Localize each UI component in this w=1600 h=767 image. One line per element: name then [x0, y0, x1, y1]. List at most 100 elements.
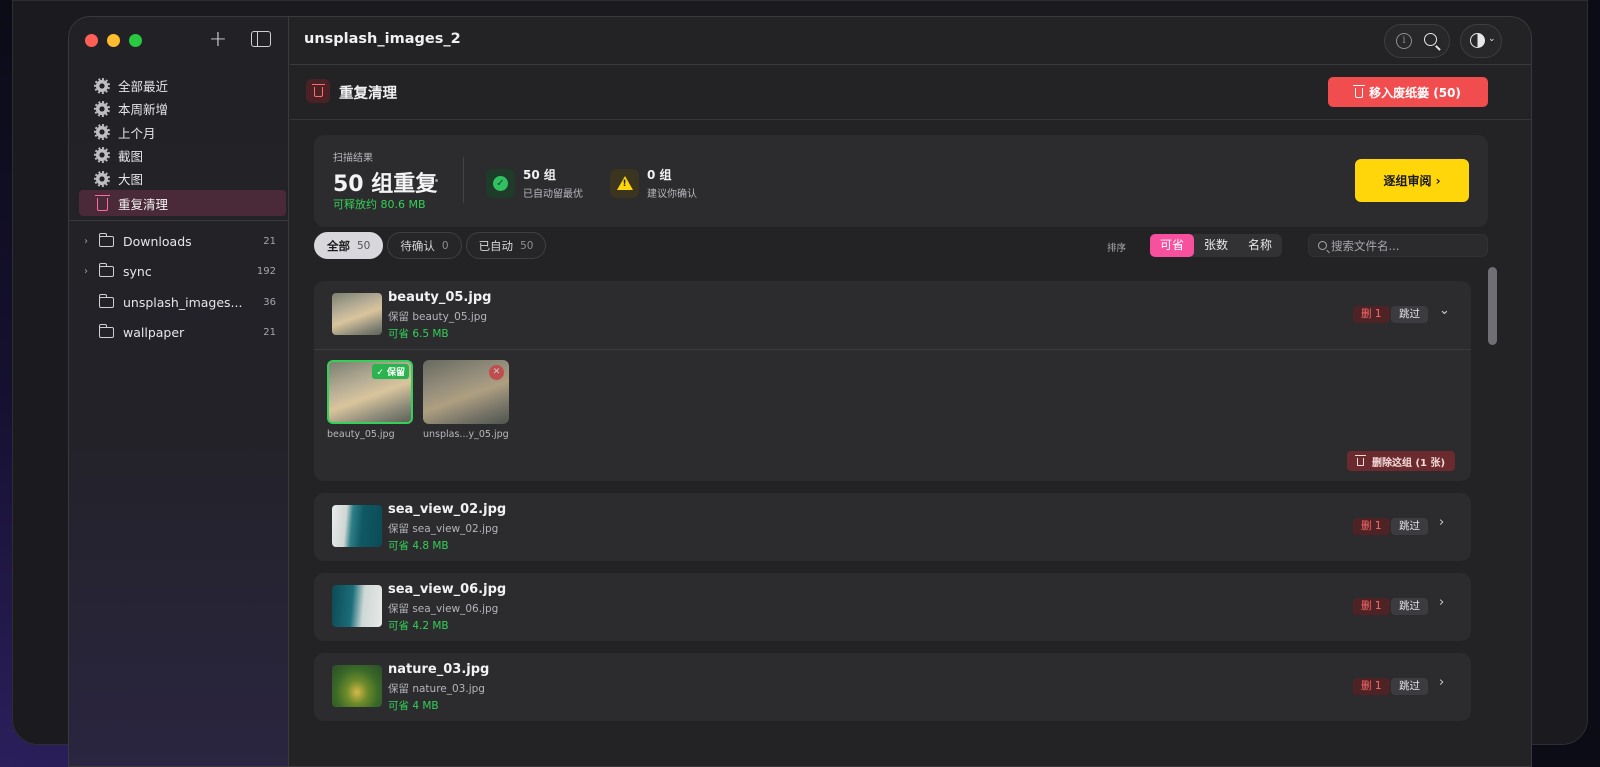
page-header: 重复清理 移入废纸篓 (50)	[290, 65, 1531, 120]
delete-group-label: 删除这组 (1 张)	[1372, 457, 1446, 469]
chevron-right-icon[interactable]: ›	[79, 266, 93, 277]
main-pane: unsplash_images_2 i ⌄ 重复清理 移入废纸篓 (50) 扫描…	[290, 17, 1531, 766]
header-trash-icon-box	[306, 79, 330, 103]
filter-auto[interactable]: 已自动 50	[465, 232, 547, 259]
folder-name: Downloads	[123, 233, 192, 249]
duplicate-group-list: beauty_05.jpg 保留 beauty_05.jpg 可省 6.5 MB…	[314, 281, 1471, 733]
info-icon[interactable]: i	[1396, 33, 1412, 49]
tile-caption: beauty_05.jpg	[327, 429, 395, 440]
window-title: unsplash_images_2	[304, 31, 461, 47]
sidebar-item-screenshots[interactable]: 截图	[79, 144, 286, 167]
stat-auto: ✓ 50 组 已自动留最优	[486, 166, 583, 200]
folder-name: sync	[123, 264, 152, 280]
warning-icon: !	[610, 168, 639, 198]
group-savings: 可省 6.5 MB	[388, 328, 449, 340]
skip-button[interactable]: 跳过	[1391, 678, 1428, 695]
sidebar-item-label: 重复清理	[118, 196, 169, 212]
duplicate-group[interactable]: beauty_05.jpg 保留 beauty_05.jpg 可省 6.5 MB…	[314, 281, 1471, 481]
sidebar-item-label: 本周新增	[118, 102, 169, 118]
sidebar-toggle-icon[interactable]	[251, 31, 271, 47]
image-tile-keep[interactable]: ✓ 保留	[327, 360, 413, 424]
remove-icon[interactable]: ✕	[489, 365, 504, 380]
sort-by-count[interactable]: 张数	[1194, 234, 1238, 257]
folder-icon	[98, 293, 114, 308]
group-keep-text: 保留 sea_view_02.jpg	[388, 523, 499, 535]
theme-toggle-button[interactable]: ⌄	[1460, 24, 1502, 58]
chevron-right-icon[interactable]: ›	[1439, 515, 1444, 530]
folder-count: 192	[256, 266, 276, 278]
sidebar-item-recent[interactable]: 全部最近	[79, 74, 286, 97]
filter-pending[interactable]: 待确认 0	[387, 232, 462, 259]
review-groups-button[interactable]: 逐组审阅 ›	[1355, 159, 1469, 202]
search-icon	[1318, 241, 1327, 250]
skip-button[interactable]: 跳过	[1391, 598, 1428, 615]
window-controls	[85, 34, 142, 47]
delete-count-badge[interactable]: 删 1	[1353, 678, 1390, 695]
group-savings: 可省 4.2 MB	[388, 620, 449, 632]
filter-all[interactable]: 全部 50	[314, 232, 384, 259]
group-thumbnail	[332, 293, 382, 335]
minimize-window-button[interactable]	[107, 34, 120, 47]
search-icon[interactable]	[1424, 33, 1437, 46]
skip-button[interactable]: 跳过	[1391, 306, 1428, 323]
group-keep-text: 保留 sea_view_06.jpg	[388, 603, 499, 615]
duplicate-group[interactable]: sea_view_06.jpg 保留 sea_view_06.jpg 可省 4.…	[314, 573, 1471, 641]
page-title: 重复清理	[339, 86, 397, 102]
folder-name: wallpaper	[123, 325, 185, 341]
chevron-right-icon[interactable]: ›	[79, 236, 93, 247]
delete-group-button[interactable]: 删除这组 (1 张)	[1347, 451, 1456, 471]
folder-icon	[98, 324, 114, 339]
group-file-name: beauty_05.jpg	[388, 290, 492, 305]
gear-icon	[94, 100, 110, 117]
image-tile-remove[interactable]: ✕	[423, 360, 509, 424]
move-to-trash-label: 移入废纸篓 (50)	[1369, 85, 1461, 100]
group-file-name: nature_03.jpg	[388, 662, 490, 677]
delete-count-badge[interactable]: 删 1	[1353, 518, 1390, 535]
delete-count-badge[interactable]: 删 1	[1353, 306, 1390, 323]
duplicate-group[interactable]: nature_03.jpg 保留 nature_03.jpg 可省 4 MB 删…	[314, 653, 1471, 721]
scrollbar-thumb[interactable]	[1488, 267, 1497, 345]
filter-count: 0	[441, 239, 449, 252]
scan-label: 扫描结果	[333, 153, 373, 164]
stat-confirm-desc: 建议你确认	[647, 189, 697, 200]
close-window-button[interactable]	[85, 34, 98, 47]
chevron-right-icon[interactable]: ›	[1439, 675, 1444, 690]
delete-count-badge[interactable]: 删 1	[1353, 598, 1390, 615]
folder-item-unsplash-images[interactable]: unsplash_images... 36	[79, 287, 278, 318]
chevron-right-icon[interactable]: ›	[1439, 595, 1444, 610]
move-to-trash-button[interactable]: 移入废纸篓 (50)	[1328, 77, 1488, 107]
trash-icon	[94, 194, 110, 211]
skip-button[interactable]: 跳过	[1391, 518, 1428, 535]
contrast-icon	[1470, 33, 1485, 48]
tile-caption: unsplas...y_05.jpg	[423, 429, 509, 440]
folder-item-wallpaper[interactable]: wallpaper 21	[79, 318, 278, 349]
gear-icon	[94, 147, 110, 164]
sort-by-name[interactable]: 名称	[1238, 234, 1282, 257]
search-input[interactable]	[1331, 237, 1481, 255]
sidebar-item-large-images[interactable]: 大图	[79, 167, 286, 190]
sort-label: 排序	[1107, 243, 1127, 254]
folder-item-sync[interactable]: › sync 192	[79, 257, 278, 288]
plus-icon[interactable]: +	[207, 29, 229, 51]
sidebar-item-last-month[interactable]: 上个月	[79, 121, 286, 144]
sidebar-item-duplicates[interactable]: 重复清理	[79, 190, 286, 217]
zoom-window-button[interactable]	[129, 34, 142, 47]
trash-icon	[311, 84, 325, 97]
filter-label: 全部	[327, 238, 350, 253]
duplicate-group[interactable]: sea_view_02.jpg 保留 sea_view_02.jpg 可省 4.…	[314, 493, 1471, 561]
sort-by-savings[interactable]: 可省	[1150, 234, 1195, 257]
sidebar-nav: 全部最近 本周新增 上个月 截图 大图 重复清理	[79, 74, 286, 217]
scan-savings: 可释放约 80.6 MB	[333, 198, 426, 211]
sidebar-item-this-week[interactable]: 本周新增	[79, 97, 286, 120]
chevron-down-icon[interactable]: ⌄	[1439, 303, 1450, 318]
folder-icon	[98, 232, 114, 247]
folder-item-downloads[interactable]: › Downloads 21	[79, 226, 278, 257]
toolbar-group: i	[1384, 24, 1450, 58]
filter-label: 待确认	[400, 238, 435, 253]
group-keep-text: 保留 nature_03.jpg	[388, 683, 485, 695]
folder-icon	[98, 263, 114, 278]
keep-badge: ✓ 保留	[372, 364, 409, 379]
filter-label: 已自动	[478, 238, 514, 253]
scan-summary-card: 扫描结果 50 组重复 可释放约 80.6 MB ✓ 50 组 已自动留最优 !…	[314, 135, 1488, 227]
folder-count: 21	[263, 235, 276, 247]
